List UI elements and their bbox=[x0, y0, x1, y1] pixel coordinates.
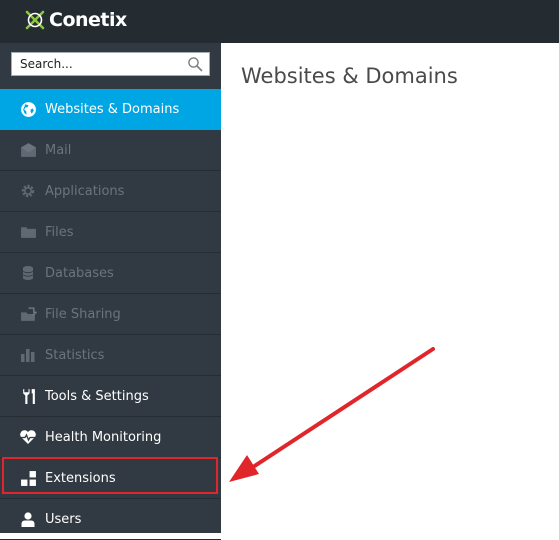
sidebar-item-label: Applications bbox=[45, 183, 125, 199]
envelope-icon bbox=[19, 141, 37, 159]
sidebar-item-label: Statistics bbox=[45, 347, 105, 363]
sidebar-item-label: File Sharing bbox=[45, 306, 121, 322]
page-title: Websites & Domains bbox=[241, 64, 458, 88]
globe-icon bbox=[19, 100, 37, 118]
sidebar-nav: Websites & Domains Mail Applications Fil… bbox=[0, 89, 221, 540]
brand-name: Conetix bbox=[49, 9, 127, 31]
sidebar-item-label: Databases bbox=[45, 265, 114, 281]
top-bar: Conetix bbox=[0, 0, 559, 43]
sidebar-item-statistics[interactable]: Statistics bbox=[0, 335, 221, 376]
sidebar-item-websites-domains[interactable]: Websites & Domains bbox=[0, 89, 221, 130]
sidebar-item-label: Websites & Domains bbox=[45, 101, 180, 117]
search-icon[interactable] bbox=[187, 56, 203, 72]
search-input[interactable] bbox=[12, 53, 182, 75]
sidebar-item-file-sharing[interactable]: File Sharing bbox=[0, 294, 221, 335]
sidebar-item-files[interactable]: Files bbox=[0, 212, 221, 253]
gear-icon bbox=[19, 182, 37, 200]
sidebar-item-label: Health Monitoring bbox=[45, 429, 162, 445]
sidebar-item-label: Extensions bbox=[45, 470, 116, 486]
tools-icon bbox=[19, 387, 37, 405]
sidebar-item-tools-settings[interactable]: Tools & Settings bbox=[0, 376, 221, 417]
conetix-logo-icon bbox=[25, 10, 45, 30]
sidebar-item-extensions[interactable]: Extensions bbox=[0, 458, 221, 499]
brand-logo[interactable]: Conetix bbox=[24, 7, 127, 33]
sidebar-item-label: Files bbox=[45, 224, 74, 240]
sidebar-item-users[interactable]: Users bbox=[0, 499, 221, 540]
heart-pulse-icon bbox=[19, 428, 37, 446]
sidebar-item-health-monitoring[interactable]: Health Monitoring bbox=[0, 417, 221, 458]
folder-icon bbox=[19, 223, 37, 241]
database-icon bbox=[19, 264, 37, 282]
sidebar-item-label: Mail bbox=[45, 142, 72, 158]
user-icon bbox=[19, 510, 37, 528]
sidebar-item-databases[interactable]: Databases bbox=[0, 253, 221, 294]
sidebar-item-applications[interactable]: Applications bbox=[0, 171, 221, 212]
sidebar-item-label: Tools & Settings bbox=[45, 388, 149, 404]
sidebar: Websites & Domains Mail Applications bbox=[0, 43, 221, 540]
puzzle-blocks-icon bbox=[19, 469, 37, 487]
sidebar-item-mail[interactable]: Mail bbox=[0, 130, 221, 171]
file-sharing-icon bbox=[19, 305, 37, 323]
bar-chart-icon bbox=[19, 346, 37, 364]
search-box bbox=[11, 52, 210, 76]
sidebar-item-label: Users bbox=[45, 511, 82, 527]
